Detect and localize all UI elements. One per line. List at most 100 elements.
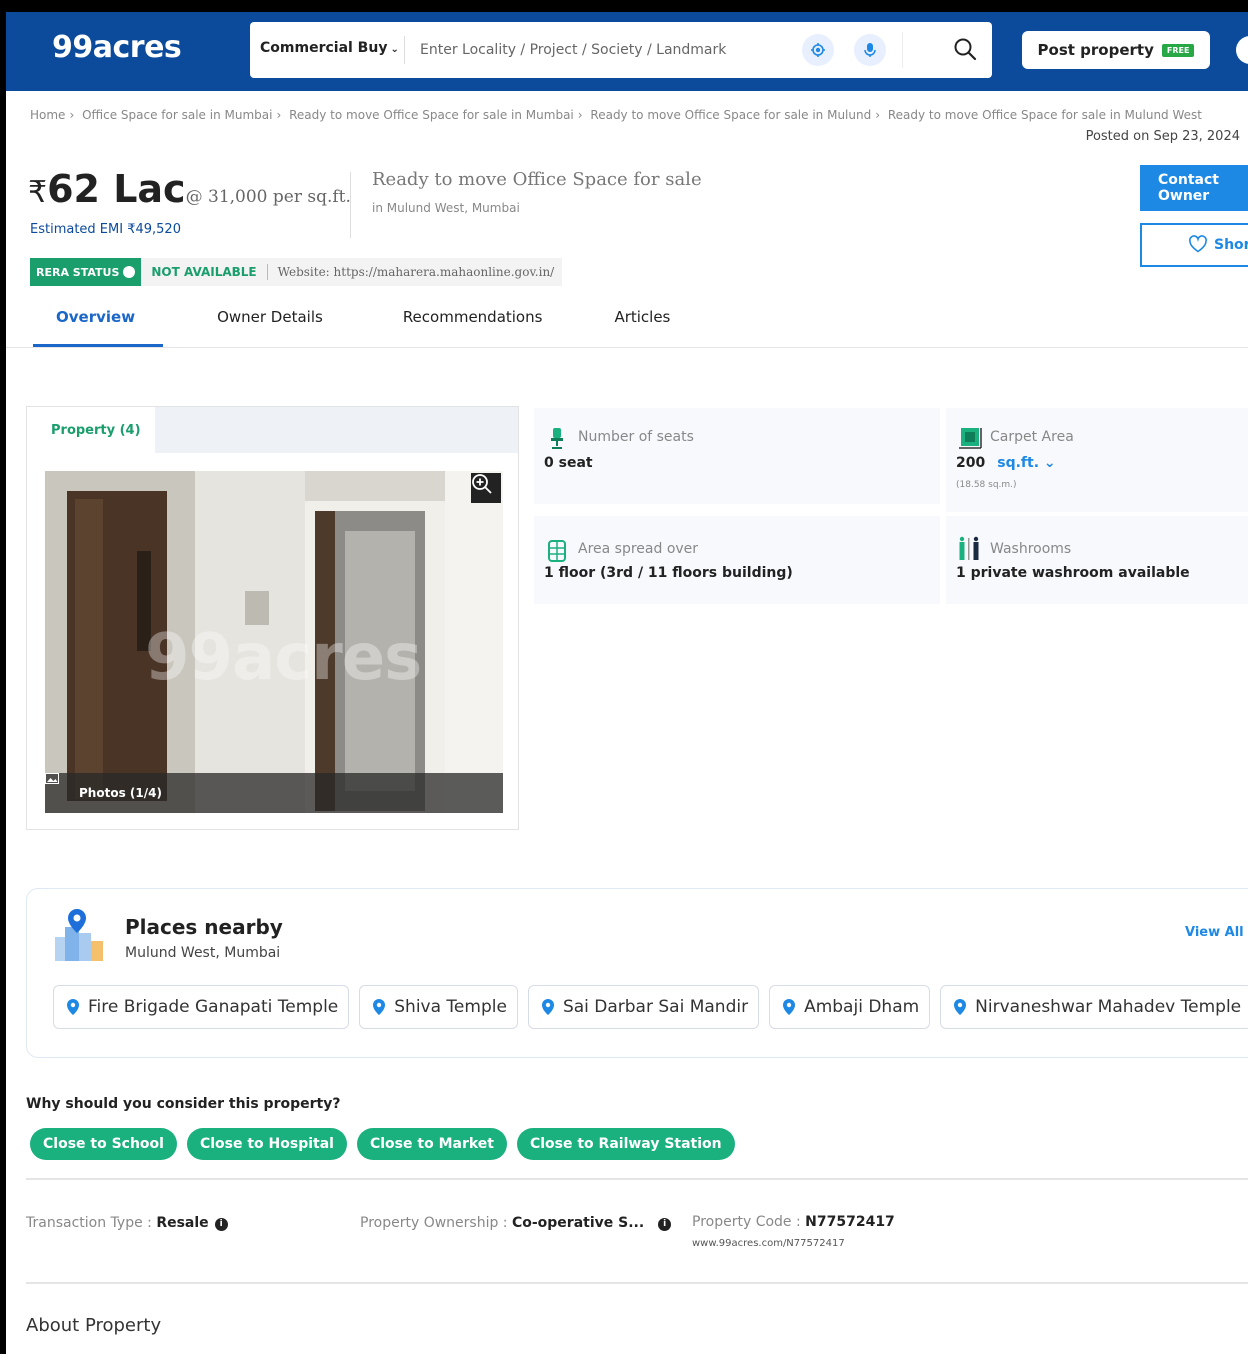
nearby-places-list: Fire Brigade Ganapati Temple Shiva Templ… xyxy=(53,985,1248,1029)
floors-label: Area spread over xyxy=(578,541,699,557)
rera-website[interactable]: Website: https://maharera.mahaonline.gov… xyxy=(278,265,555,279)
rera-badge-label: RERA STATUS xyxy=(36,265,120,279)
nearby-place-chip[interactable]: Ambaji Dham xyxy=(769,985,931,1029)
tab-recommendations[interactable]: Recommendations xyxy=(403,300,543,348)
free-badge: FREE xyxy=(1161,43,1195,57)
section-divider xyxy=(26,1282,1248,1284)
seats-label: Number of seats xyxy=(578,429,694,445)
locate-me-icon[interactable] xyxy=(802,34,834,66)
price-value: 62 Lac xyxy=(47,167,186,211)
feature-washrooms: Washrooms 1 private washroom available xyxy=(946,516,1248,604)
nearby-place-label: Sai Darbar Sai Mandir xyxy=(562,997,749,1017)
transaction-type-label: Transaction Type : xyxy=(26,1215,157,1231)
nearby-place-chip[interactable]: Nirvaneshwar Mahadev Temple xyxy=(940,985,1248,1029)
map-pin-icon xyxy=(783,999,796,1015)
unit-dropdown[interactable]: sq.ft. ⌄ xyxy=(997,455,1055,471)
property-code-url[interactable]: www.99acres.com/N77572417 xyxy=(692,1238,845,1249)
section-divider xyxy=(26,1178,1248,1180)
search-bar: Commercial Buy ⌄ xyxy=(250,22,992,78)
breadcrumb-item[interactable]: Ready to move Office Space for sale in M… xyxy=(590,108,871,122)
ownership-label: Property Ownership : xyxy=(360,1215,512,1231)
media-tabbar: Property (4) xyxy=(27,407,518,453)
tab-overview[interactable]: Overview xyxy=(56,300,135,348)
map-pin-icon xyxy=(373,999,386,1015)
map-pin-icon xyxy=(67,999,79,1015)
section-tabs: Overview Owner Details Recommendations A… xyxy=(32,300,670,348)
floors-value: 1 floor (3rd / 11 floors building) xyxy=(544,565,793,581)
feature-seats: Number of seats 0 seat xyxy=(534,408,940,504)
microphone-icon[interactable] xyxy=(854,34,886,66)
property-code: Property Code : N77572417 xyxy=(692,1214,895,1230)
tab-owner-details[interactable]: Owner Details xyxy=(217,300,323,348)
zoom-in-icon[interactable] xyxy=(471,473,501,503)
carpet-area-icon xyxy=(959,428,982,449)
tab-property-photos[interactable]: Property (4) xyxy=(27,407,155,453)
info-icon xyxy=(123,266,136,278)
photos-counter: Photos (1/4) xyxy=(79,786,162,800)
property-media-card: Property (4) 99acres Photos (1/4) xyxy=(26,406,519,830)
search-divider-2 xyxy=(902,32,903,68)
shortlist-label: Shortlist xyxy=(1214,237,1248,253)
nearby-place-label: Nirvaneshwar Mahadev Temple xyxy=(975,997,1242,1017)
site-header: 99acres Commercial Buy⌄ Post property FR… xyxy=(6,12,1248,91)
places-nearby-card: Places nearby Mulund West, Mumbai View A… xyxy=(26,888,1248,1058)
estimated-emi-link[interactable]: Estimated EMI ₹49,520 xyxy=(30,222,181,237)
tab-articles[interactable]: Articles xyxy=(614,300,670,348)
post-property-button[interactable]: Post property FREE xyxy=(1022,31,1210,69)
carpet-area-sqm: (18.58 sq.m.) xyxy=(956,480,1017,490)
user-avatar[interactable] xyxy=(1236,36,1248,64)
feature-carpet-area: Carpet Area 200 sq.ft. ⌄ (18.58 sq.m.) xyxy=(946,408,1248,512)
chair-icon xyxy=(551,428,563,449)
search-divider xyxy=(404,36,405,64)
nearby-place-chip[interactable]: Shiva Temple xyxy=(359,985,518,1029)
tabs-divider xyxy=(6,347,1248,348)
listing-title: Ready to move Office Space for sale xyxy=(372,169,702,190)
breadcrumb-item[interactable]: Ready to move Office Space for sale in M… xyxy=(888,108,1202,122)
rera-status-value: NOT AVAILABLE xyxy=(151,265,257,279)
highlight-chip[interactable]: Close to Market xyxy=(356,1128,507,1160)
price-divider xyxy=(350,172,351,238)
posted-date: Posted on Sep 23, 2024 xyxy=(1085,129,1240,144)
info-icon[interactable]: i xyxy=(658,1218,672,1231)
city-location-icon xyxy=(55,909,103,961)
washrooms-value: 1 private washroom available xyxy=(956,565,1190,581)
photo-icon xyxy=(45,773,59,784)
breadcrumb-item[interactable]: Ready to move Office Space for sale in M… xyxy=(289,108,574,122)
carpet-area-number: 200 xyxy=(956,455,986,471)
info-icon[interactable]: i xyxy=(214,1218,228,1231)
highlight-chip[interactable]: Close to School xyxy=(30,1128,177,1160)
category-label: Commercial Buy xyxy=(260,40,388,56)
breadcrumb-item[interactable]: Office Space for sale in Mumbai xyxy=(82,108,272,122)
washrooms-label: Washrooms xyxy=(990,541,1072,557)
property-photo[interactable]: 99acres Photos (1/4) xyxy=(45,471,503,813)
map-pin-icon xyxy=(954,999,967,1015)
nearby-place-label: Shiva Temple xyxy=(394,997,507,1017)
why-consider-title: Why should you consider this property? xyxy=(26,1096,341,1112)
unit-label: sq.ft. xyxy=(997,455,1040,471)
search-icon[interactable] xyxy=(950,34,980,64)
seats-value: 0 seat xyxy=(544,455,593,471)
nearby-place-chip[interactable]: Sai Darbar Sai Mandir xyxy=(527,985,760,1029)
rera-status-badge[interactable]: RERA STATUS xyxy=(30,258,142,286)
shortlist-button[interactable]: Shortlist xyxy=(1140,223,1248,267)
heart-icon xyxy=(1189,235,1207,253)
breadcrumb-item[interactable]: Home xyxy=(30,108,65,122)
feature-floors: Area spread over 1 floor (3rd / 11 floor… xyxy=(534,516,940,604)
highlight-chip[interactable]: Close to Railway Station xyxy=(516,1128,735,1160)
highlight-chip[interactable]: Close to Hospital xyxy=(186,1128,347,1160)
contact-owner-button[interactable]: Contact Owner xyxy=(1140,165,1248,211)
photos-counter-bar[interactable]: Photos (1/4) xyxy=(45,773,503,813)
site-logo[interactable]: 99acres xyxy=(52,30,182,65)
about-property-heading: About Property xyxy=(26,1315,162,1336)
transaction-type: Transaction Type : Resale i xyxy=(26,1215,228,1231)
carpet-area-value: 200 sq.ft. ⌄ xyxy=(956,455,1056,471)
places-nearby-location: Mulund West, Mumbai xyxy=(125,945,281,961)
nearby-place-chip[interactable]: Fire Brigade Ganapati Temple xyxy=(53,985,350,1029)
currency-symbol: ₹ xyxy=(28,175,48,210)
map-pin-icon xyxy=(541,999,554,1015)
search-input[interactable] xyxy=(420,36,770,64)
price-per-unit: @ 31,000 per sq.ft. xyxy=(185,187,351,207)
category-dropdown[interactable]: Commercial Buy ⌄ xyxy=(260,40,399,56)
view-all-places-link[interactable]: View All (5) xyxy=(1185,925,1248,940)
washroom-icon xyxy=(959,536,979,560)
